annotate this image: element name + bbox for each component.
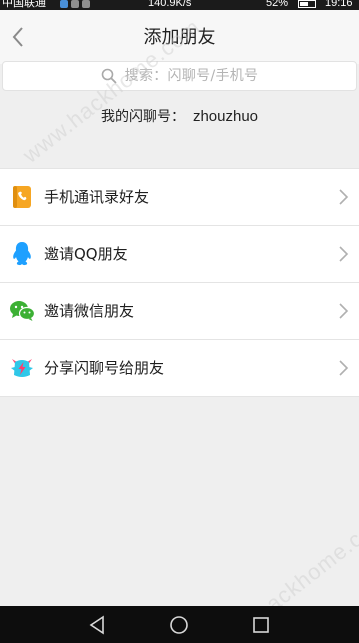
title-bar: 添加朋友 — [0, 10, 359, 64]
chevron-right-icon — [339, 189, 349, 205]
qq-penguin-icon — [13, 242, 31, 266]
chevron-right-icon — [339, 303, 349, 319]
notification-icons — [60, 0, 90, 8]
flash-chat-logo-icon — [11, 359, 33, 377]
circle-home-icon[interactable] — [169, 615, 189, 635]
system-nav-bar — [0, 606, 359, 643]
menu-item-label: 邀请QQ朋友 — [44, 245, 128, 263]
chevron-right-icon — [339, 246, 349, 262]
menu-item-share-id[interactable]: 分享闪聊号给朋友 — [0, 340, 359, 397]
menu-item-label: 分享闪聊号给朋友 — [44, 359, 165, 377]
carrier-label: 中国联通 — [2, 0, 46, 9]
battery-percent: 52% — [266, 0, 289, 9]
menu-item-label: 手机通讯录好友 — [44, 188, 150, 206]
my-id-label: 我的闪聊号： — [100, 109, 185, 125]
triangle-back-icon[interactable] — [87, 615, 107, 635]
search-placeholder: 搜索：闪聊号/手机号 — [124, 68, 259, 84]
page-title: 添加朋友 — [143, 27, 216, 48]
menu-item-invite-qq[interactable]: 邀请QQ朋友 — [0, 226, 359, 283]
menu-item-label: 邀请微信朋友 — [44, 302, 135, 320]
battery-icon — [298, 0, 316, 8]
my-id: 我的闪聊号： zhouzhuo — [0, 108, 359, 126]
contacts-book-icon — [13, 186, 31, 208]
square-recent-icon[interactable] — [251, 615, 271, 635]
search-input[interactable]: 搜索：闪聊号/手机号 — [2, 61, 357, 91]
clock: 19:16 — [325, 0, 353, 9]
menu-item-invite-wechat[interactable]: 邀请微信朋友 — [0, 283, 359, 340]
wechat-icon — [10, 301, 35, 321]
chevron-right-icon — [339, 360, 349, 376]
status-bar: 中国联通 140.9K/s 52% 19:16 — [0, 0, 359, 10]
add-friend-options: 手机通讯录好友 邀请QQ朋友 邀请微信朋友 分享闪聊号给朋友 — [0, 168, 359, 397]
network-speed: 140.9K/s — [148, 0, 192, 9]
search-icon — [101, 68, 117, 84]
my-id-value: zhouzhuo — [192, 108, 259, 125]
menu-item-phone-contacts[interactable]: 手机通讯录好友 — [0, 169, 359, 226]
